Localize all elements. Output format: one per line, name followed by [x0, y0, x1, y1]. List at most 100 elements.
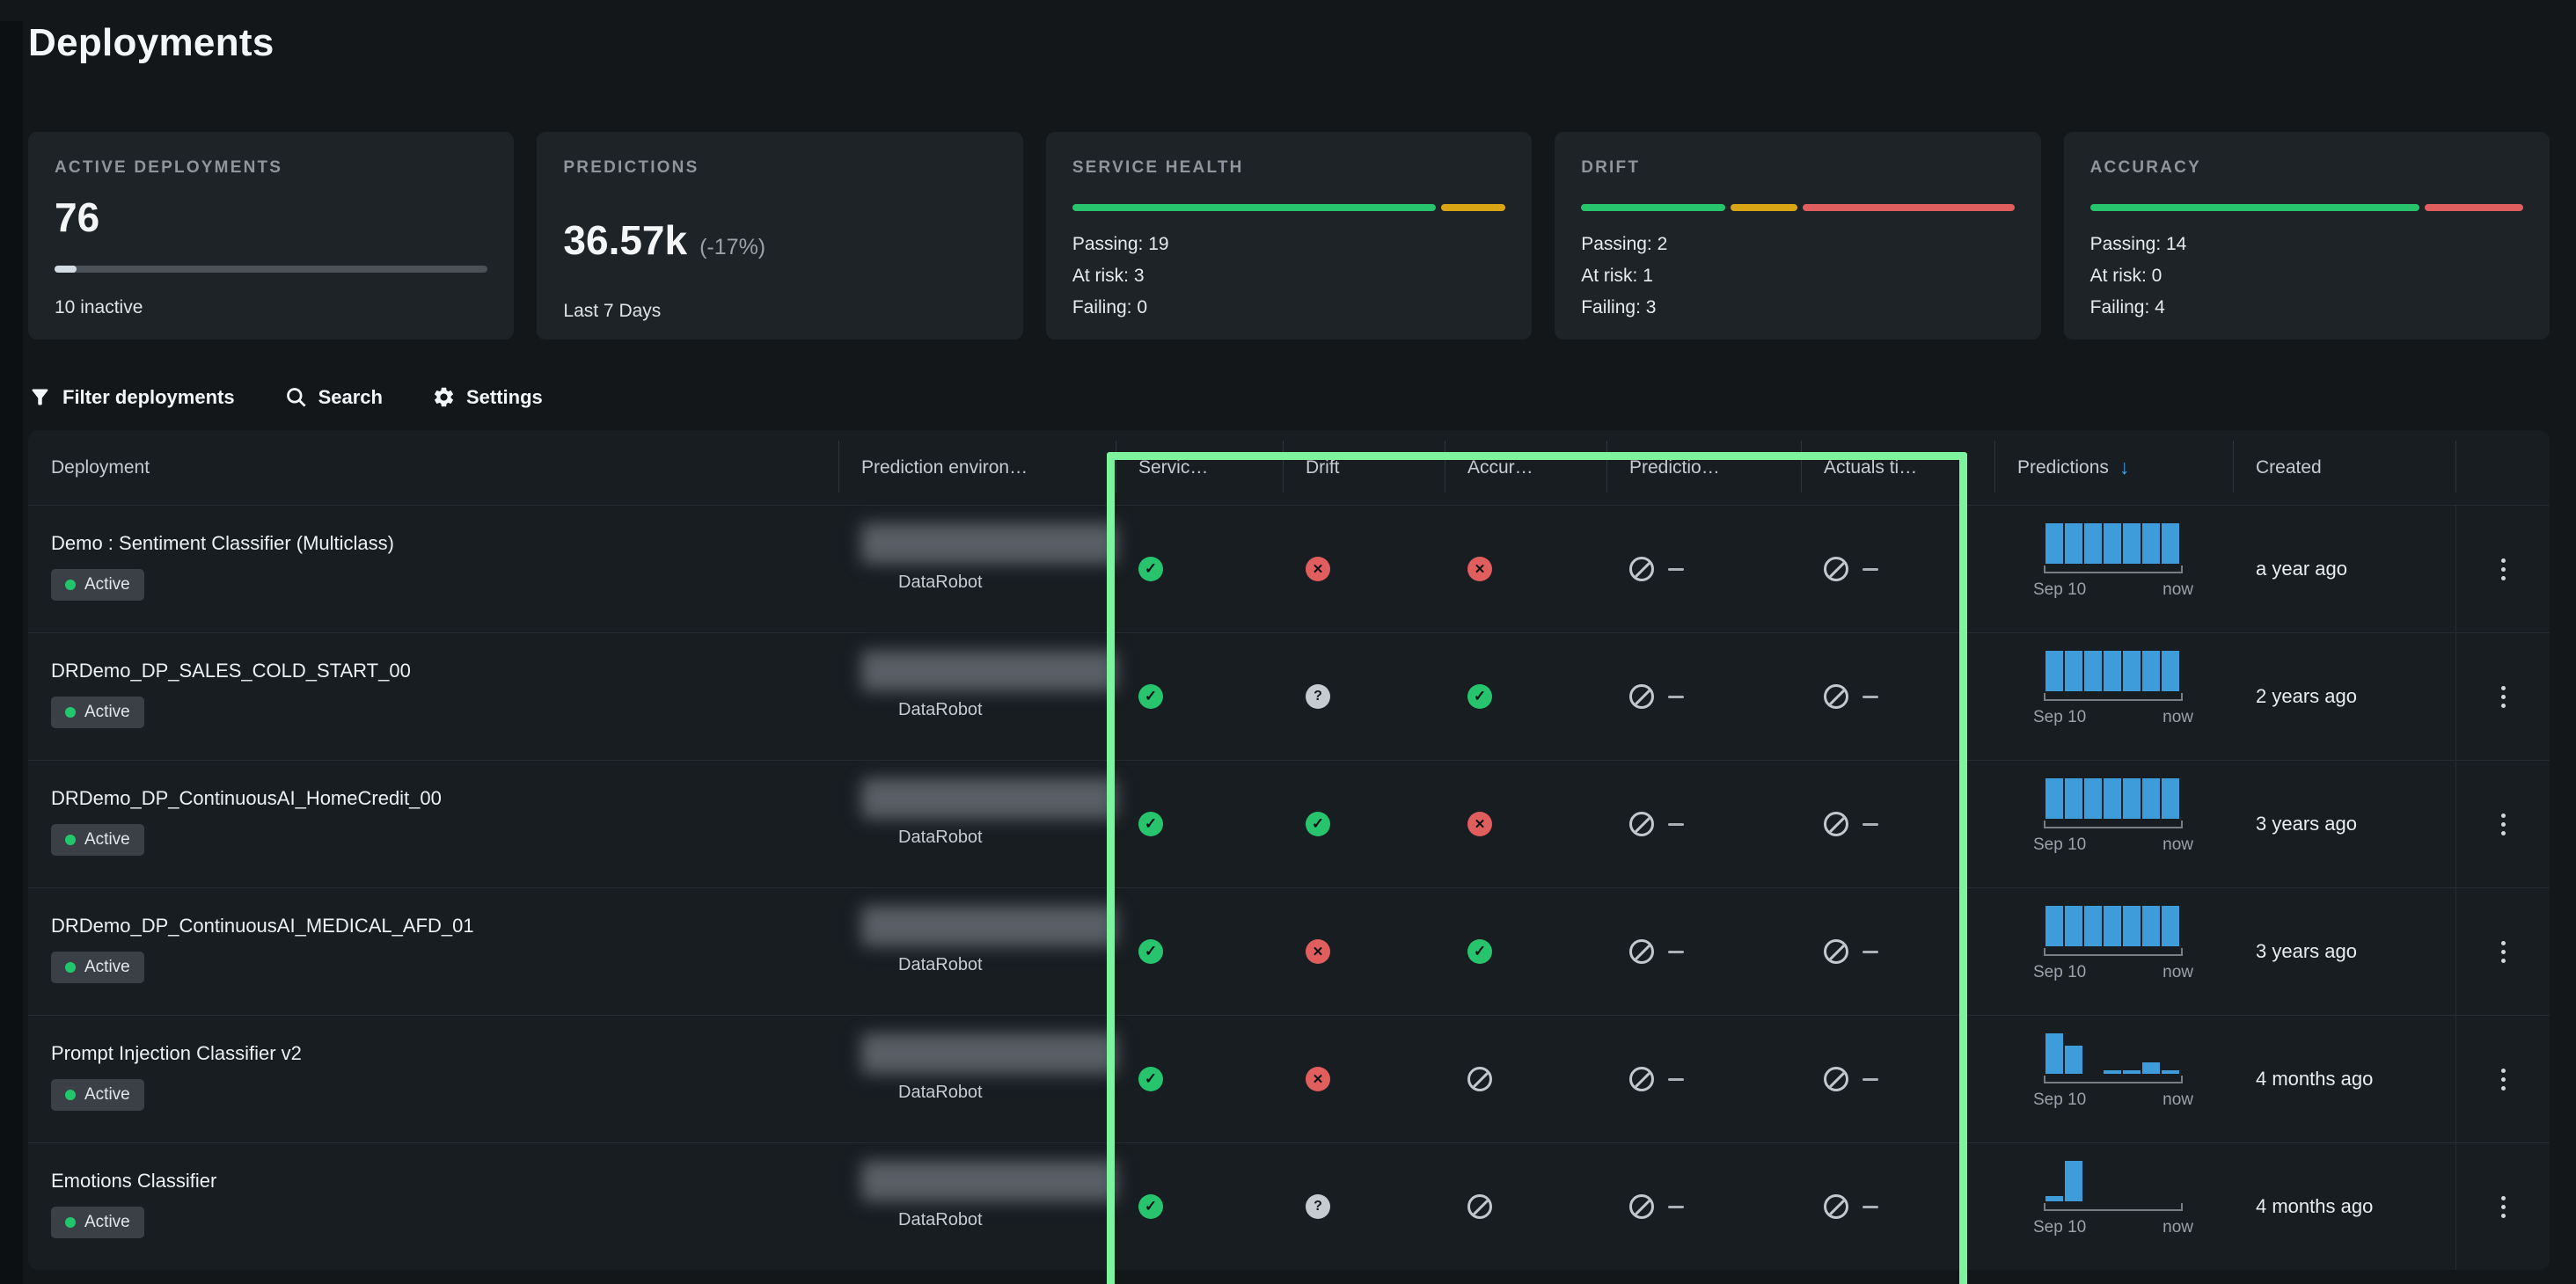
kebab-menu-button[interactable] — [2492, 932, 2514, 972]
table-toolbar: Filter deployments Search Settings — [28, 385, 2550, 409]
status-badge-label: Active — [84, 1085, 130, 1105]
empty-value-dash — [1862, 1078, 1878, 1081]
histogram-bar — [2084, 906, 2102, 946]
card-label: ACCURACY — [2090, 158, 2523, 178]
deployment-name[interactable]: Prompt Injection Classifier v2 — [51, 1042, 302, 1065]
fail-x-icon: ✕ — [1467, 557, 1492, 581]
filter-deployments-button[interactable]: Filter deployments — [28, 385, 235, 409]
histogram-range-end: now — [2163, 835, 2193, 855]
empty-value-dash — [1668, 696, 1684, 698]
fail-x-icon: ✕ — [1306, 1067, 1330, 1091]
table-row[interactable]: DRDemo_DP_ContinuousAI_HomeCredit_00 Act… — [28, 760, 2550, 887]
sort-descending-icon: ↓ — [2119, 456, 2130, 479]
column-header-actuals-timeliness[interactable]: Actuals ti… — [1801, 430, 1994, 505]
empty-value-dash — [1668, 1206, 1684, 1208]
column-header-created[interactable]: Created — [2233, 430, 2455, 505]
empty-value-dash — [1862, 951, 1878, 953]
histogram-bar — [2045, 523, 2063, 564]
table-row[interactable]: DRDemo_DP_SALES_COLD_START_00 Active Dat… — [28, 632, 2550, 760]
histogram-bar — [2104, 523, 2121, 564]
deployment-name[interactable]: Demo : Sentiment Classifier (Multiclass) — [51, 532, 394, 555]
histogram-bar — [2162, 778, 2179, 819]
predictions-histogram — [2045, 778, 2181, 819]
card-active-deployments: ACTIVE DEPLOYMENTS 76 10 inactive — [28, 132, 514, 339]
histogram-range-end: now — [2163, 1218, 2193, 1237]
column-header-prediction-environment[interactable]: Prediction environ… — [838, 430, 1116, 505]
settings-button[interactable]: Settings — [432, 385, 543, 409]
fail-x-icon: ✕ — [1306, 939, 1330, 964]
search-label: Search — [318, 386, 383, 409]
histogram-bar — [2123, 1070, 2141, 1074]
deployment-name[interactable]: Emotions Classifier — [51, 1170, 216, 1193]
deployment-name[interactable]: DRDemo_DP_ContinuousAI_MEDICAL_AFD_01 — [51, 915, 474, 937]
actuals-timeliness-cell — [1801, 761, 1994, 887]
histogram-bar — [2045, 651, 2063, 691]
table-body: Demo : Sentiment Classifier (Multiclass)… — [28, 505, 2550, 1270]
empty-value-dash — [1862, 823, 1878, 826]
drift-at-risk: At risk: 1 — [1581, 260, 2014, 292]
not-enabled-icon — [1824, 812, 1848, 836]
search-button[interactable]: Search — [284, 385, 383, 409]
redacted-environment-name — [861, 651, 1116, 691]
empty-value-dash — [1862, 1206, 1878, 1208]
status-badge: Active — [51, 952, 144, 983]
status-badge: Active — [51, 1079, 144, 1111]
column-header-service-health[interactable]: Servic… — [1116, 430, 1283, 505]
column-header-predictions[interactable]: Predictions ↓ — [1994, 430, 2233, 505]
active-dot-icon — [65, 835, 76, 845]
status-badge: Active — [51, 569, 144, 601]
column-header-predictions-timeliness[interactable]: Predictio… — [1606, 430, 1801, 505]
kebab-menu-button[interactable] — [2492, 1187, 2514, 1227]
service-health-status-cell: ✓ — [1116, 1143, 1283, 1270]
not-enabled-icon — [1629, 557, 1654, 581]
histogram-bar — [2104, 906, 2121, 946]
status-badge: Active — [51, 1207, 144, 1238]
predictions-histogram-cell: Sep 10 now — [1994, 506, 2233, 632]
environment-type-label: DataRobot — [898, 573, 1116, 593]
column-header-deployment[interactable]: Deployment — [28, 430, 838, 505]
histogram-bar — [2084, 778, 2102, 819]
predictions-timeliness-cell — [1606, 1016, 1801, 1142]
empty-value-dash — [1668, 1078, 1684, 1081]
kebab-menu-button[interactable] — [2492, 805, 2514, 844]
predictions-value: 36.57k — [563, 216, 687, 264]
service-health-passing: Passing: 19 — [1072, 229, 1505, 260]
pass-check-icon: ✓ — [1138, 557, 1163, 581]
kebab-menu-button[interactable] — [2492, 1060, 2514, 1099]
deployment-name[interactable]: DRDemo_DP_SALES_COLD_START_00 — [51, 660, 411, 682]
predictions-histogram — [2045, 523, 2181, 564]
table-row[interactable]: Demo : Sentiment Classifier (Multiclass)… — [28, 505, 2550, 632]
predictions-timeliness-cell — [1606, 761, 1801, 887]
kebab-menu-button[interactable] — [2492, 677, 2514, 717]
active-dot-icon — [65, 707, 76, 718]
not-enabled-icon — [1629, 939, 1654, 964]
card-predictions: PREDICTIONS 36.57k (-17%) Last 7 Days — [537, 132, 1022, 339]
predictions-timeliness-cell — [1606, 506, 1801, 632]
table-row[interactable]: Prompt Injection Classifier v2 Active Da… — [28, 1015, 2550, 1142]
empty-value-dash — [1668, 823, 1684, 826]
card-label: PREDICTIONS — [563, 158, 996, 178]
created-label: 2 years ago — [2256, 685, 2357, 708]
pass-check-icon: ✓ — [1138, 1067, 1163, 1091]
predictions-timeliness-cell — [1606, 633, 1801, 760]
predictions-timeliness-cell — [1606, 1143, 1801, 1270]
predictions-histogram-cell: Sep 10 now — [1994, 633, 2233, 760]
kebab-menu-button[interactable] — [2492, 550, 2514, 589]
page-title: Deployments — [28, 21, 2576, 65]
column-header-accuracy[interactable]: Accur… — [1445, 430, 1606, 505]
column-header-drift[interactable]: Drift — [1283, 430, 1445, 505]
table-row[interactable]: Emotions Classifier Active DataRobot ✓ ?… — [28, 1142, 2550, 1270]
histogram-bar — [2104, 1070, 2121, 1074]
service-health-status-cell: ✓ — [1116, 1016, 1283, 1142]
deployment-name[interactable]: DRDemo_DP_ContinuousAI_HomeCredit_00 — [51, 787, 442, 810]
table-row[interactable]: DRDemo_DP_ContinuousAI_MEDICAL_AFD_01 Ac… — [28, 887, 2550, 1015]
stat-bar-segment — [1731, 204, 1798, 211]
not-enabled-icon — [1629, 1194, 1654, 1219]
service-health-stat-bar — [1072, 204, 1505, 211]
histogram-range-bracket — [2044, 565, 2183, 573]
not-enabled-icon — [1824, 1194, 1848, 1219]
histogram-range-start: Sep 10 — [2033, 1091, 2086, 1110]
unknown-question-icon: ? — [1306, 1194, 1330, 1219]
predictions-histogram-cell: Sep 10 now — [1994, 888, 2233, 1015]
histogram-bar — [2045, 1196, 2063, 1201]
